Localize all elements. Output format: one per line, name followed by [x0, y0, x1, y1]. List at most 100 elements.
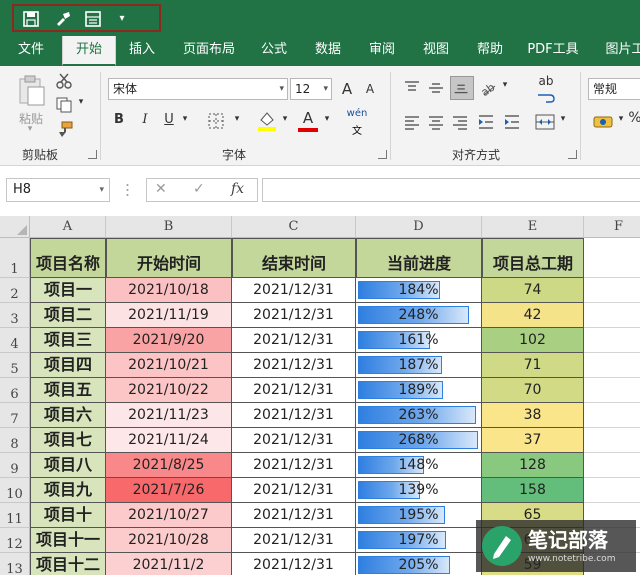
- table-cell-project-name[interactable]: 项目三: [30, 328, 106, 353]
- table-cell-duration[interactable]: 37: [482, 428, 584, 453]
- row-header-12[interactable]: 12: [0, 528, 30, 553]
- column-header-f[interactable]: F: [584, 216, 640, 238]
- table-cell-progress[interactable]: 195%: [356, 503, 482, 528]
- format-painter-icon[interactable]: [52, 8, 74, 30]
- table-cell-duration[interactable]: 128: [482, 453, 584, 478]
- table-cell-progress[interactable]: 184%: [356, 278, 482, 303]
- row-header-4[interactable]: 4: [0, 328, 30, 353]
- decrease-indent-icon[interactable]: [476, 112, 496, 132]
- table-cell-end-date[interactable]: 2021/12/31: [232, 453, 356, 478]
- column-header-e[interactable]: E: [482, 216, 584, 238]
- table-cell-project-name[interactable]: 项目八: [30, 453, 106, 478]
- percent-style-icon[interactable]: %: [628, 110, 640, 126]
- row-header-5[interactable]: 5: [0, 353, 30, 378]
- save-icon[interactable]: [20, 8, 42, 30]
- table-cell-progress[interactable]: 139%: [356, 478, 482, 503]
- name-box[interactable]: H8 ▾: [6, 178, 110, 202]
- cell-f5[interactable]: [584, 353, 640, 378]
- table-cell-project-name[interactable]: 项目四: [30, 353, 106, 378]
- accounting-dropdown-icon[interactable]: ▾: [616, 114, 626, 124]
- paste-icon[interactable]: [14, 74, 48, 108]
- row-header-11[interactable]: 11: [0, 503, 30, 528]
- table-cell-end-date[interactable]: 2021/12/31: [232, 278, 356, 303]
- tab-page-layout[interactable]: 页面布局: [176, 36, 242, 66]
- increase-indent-icon[interactable]: [502, 112, 522, 132]
- tab-insert[interactable]: 插入: [118, 36, 166, 66]
- table-header-end-date[interactable]: 结束时间: [232, 238, 356, 278]
- tab-home[interactable]: 开始: [62, 36, 116, 66]
- align-center-icon[interactable]: [426, 112, 446, 132]
- align-right-icon[interactable]: [450, 112, 470, 132]
- align-top-icon[interactable]: [402, 78, 422, 98]
- formula-bar-grip[interactable]: [126, 181, 129, 199]
- table-cell-progress[interactable]: 205%: [356, 553, 482, 575]
- align-bottom-icon[interactable]: [450, 76, 474, 100]
- table-cell-progress[interactable]: 148%: [356, 453, 482, 478]
- table-cell-end-date[interactable]: 2021/12/31: [232, 353, 356, 378]
- fill-color-icon[interactable]: [256, 108, 278, 132]
- phonetic-guide-button[interactable]: wén: [344, 108, 370, 119]
- table-cell-duration[interactable]: 38: [482, 403, 584, 428]
- column-header-c[interactable]: C: [232, 216, 356, 238]
- cell-f7[interactable]: [584, 403, 640, 428]
- row-header-2[interactable]: 2: [0, 278, 30, 303]
- table-cell-project-name[interactable]: 项目二: [30, 303, 106, 328]
- table-cell-end-date[interactable]: 2021/12/31: [232, 528, 356, 553]
- cell-f4[interactable]: [584, 328, 640, 353]
- table-cell-progress[interactable]: 189%: [356, 378, 482, 403]
- orientation-dropdown-icon[interactable]: ▾: [500, 80, 510, 90]
- table-cell-start-date[interactable]: 2021/11/2: [106, 553, 232, 575]
- font-color-button[interactable]: A: [298, 109, 318, 127]
- bold-button[interactable]: B: [110, 112, 128, 127]
- table-cell-project-name[interactable]: 项目一: [30, 278, 106, 303]
- borders-dropdown-icon[interactable]: ▾: [232, 114, 242, 124]
- column-header-d[interactable]: D: [356, 216, 482, 238]
- table-cell-progress[interactable]: 197%: [356, 528, 482, 553]
- table-cell-progress[interactable]: 263%: [356, 403, 482, 428]
- table-cell-start-date[interactable]: 2021/10/28: [106, 528, 232, 553]
- underline-button[interactable]: U: [160, 112, 178, 127]
- table-cell-project-name[interactable]: 项目十: [30, 503, 106, 528]
- table-cell-start-date[interactable]: 2021/8/25: [106, 453, 232, 478]
- italic-button[interactable]: I: [136, 112, 154, 127]
- table-cell-duration[interactable]: 158: [482, 478, 584, 503]
- table-cell-start-date[interactable]: 2021/10/22: [106, 378, 232, 403]
- tab-view[interactable]: 视图: [414, 36, 458, 66]
- table-cell-start-date[interactable]: 2021/10/18: [106, 278, 232, 303]
- table-cell-end-date[interactable]: 2021/12/31: [232, 478, 356, 503]
- column-header-a[interactable]: A: [30, 216, 106, 238]
- row-header-3[interactable]: 3: [0, 303, 30, 328]
- row-header-13[interactable]: 13: [0, 553, 30, 575]
- underline-dropdown-icon[interactable]: ▾: [180, 114, 190, 124]
- table-cell-start-date[interactable]: 2021/11/24: [106, 428, 232, 453]
- tab-formulas[interactable]: 公式: [252, 36, 296, 66]
- table-cell-project-name[interactable]: 项目十一: [30, 528, 106, 553]
- tab-picture-tools[interactable]: 图片工: [598, 36, 640, 66]
- table-cell-project-name[interactable]: 项目六: [30, 403, 106, 428]
- table-cell-project-name[interactable]: 项目十二: [30, 553, 106, 575]
- table-cell-end-date[interactable]: 2021/12/31: [232, 503, 356, 528]
- column-header-b[interactable]: B: [106, 216, 232, 238]
- table-cell-project-name[interactable]: 项目七: [30, 428, 106, 453]
- clipboard-launcher-icon[interactable]: [88, 150, 97, 159]
- font-launcher-icon[interactable]: [378, 150, 387, 159]
- font-name-select[interactable]: 宋体 ▾: [108, 78, 288, 100]
- confirm-icon[interactable]: ✓: [193, 181, 205, 197]
- shrink-font-button[interactable]: A: [362, 82, 378, 96]
- cancel-icon[interactable]: ✕: [155, 181, 167, 197]
- borders-icon[interactable]: [206, 112, 226, 130]
- accounting-format-icon[interactable]: [592, 112, 614, 132]
- table-cell-end-date[interactable]: 2021/12/31: [232, 303, 356, 328]
- select-all-button[interactable]: [0, 216, 30, 238]
- tab-file[interactable]: 文件: [6, 36, 56, 66]
- formula-input[interactable]: [262, 178, 640, 202]
- tab-review[interactable]: 审阅: [360, 36, 404, 66]
- form-icon[interactable]: [82, 8, 104, 30]
- table-cell-duration[interactable]: 70: [482, 378, 584, 403]
- cut-icon[interactable]: [54, 72, 74, 90]
- table-cell-progress[interactable]: 268%: [356, 428, 482, 453]
- format-painter-ribbon-icon[interactable]: [54, 120, 74, 138]
- paste-dropdown-icon[interactable]: ▾: [20, 124, 40, 134]
- table-cell-start-date[interactable]: 2021/7/26: [106, 478, 232, 503]
- table-header-progress[interactable]: 当前进度: [356, 238, 482, 278]
